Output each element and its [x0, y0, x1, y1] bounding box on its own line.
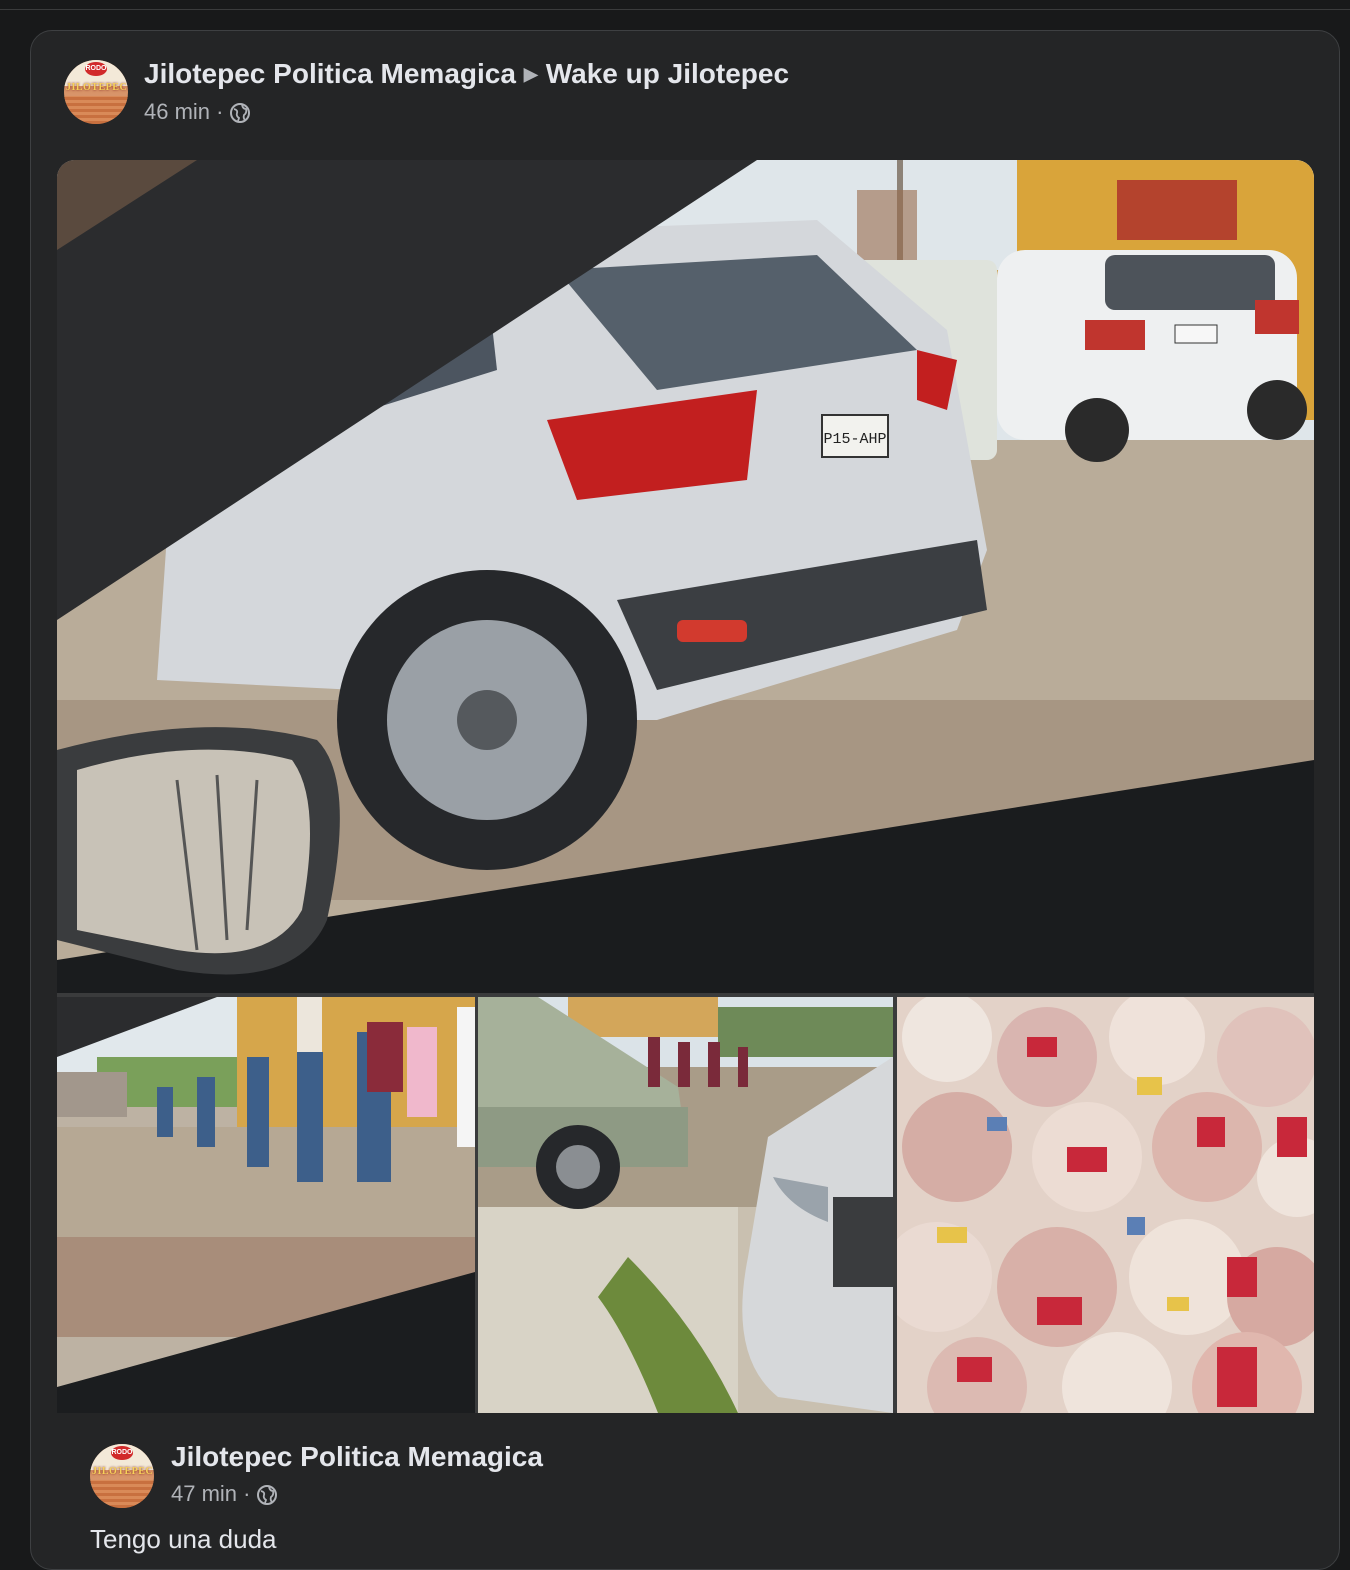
avatar-badge: RODO: [111, 1446, 133, 1460]
shared-post-author[interactable]: Jilotepec Politica Memagica: [171, 1441, 543, 1473]
globe-icon[interactable]: [256, 1485, 277, 1505]
avatar-sign: JILOTEPEC: [66, 82, 128, 93]
photo-crowd-street[interactable]: [57, 997, 475, 1413]
post-meta: 46 min ·: [144, 99, 250, 125]
top-divider: [0, 0, 1350, 10]
avatar-badge: RODO: [85, 62, 107, 76]
shared-post-timestamp[interactable]: 47 min: [171, 1481, 237, 1506]
post-timestamp[interactable]: 46 min: [144, 99, 210, 124]
shared-page-avatar[interactable]: RODO JILOTEPEC: [90, 1444, 154, 1508]
photo-grocery-bags[interactable]: [897, 997, 1314, 1413]
photo-suv-street[interactable]: P15-AHP: [57, 160, 1314, 993]
shared-post-text: Tengo una duda: [90, 1524, 277, 1554]
shared-post-meta: 47 min ·: [171, 1481, 277, 1507]
author-link[interactable]: Jilotepec Politica Memagica: [144, 58, 516, 89]
photo-truck-jeep[interactable]: [478, 997, 893, 1413]
page-avatar[interactable]: RODO JILOTEPEC: [64, 60, 128, 124]
globe-icon[interactable]: [229, 103, 250, 123]
post-header-title: Jilotepec Politica Memagica ▶ Wake up Jilo…: [144, 58, 789, 90]
group-link[interactable]: Wake up Jilotepec: [546, 58, 789, 89]
license-plate: P15-AHP: [823, 431, 886, 448]
shared-to-arrow-icon: ▶: [523, 64, 538, 84]
meta-separator: ·: [216, 99, 224, 124]
avatar-sign: JILOTEPEC: [92, 1466, 154, 1477]
meta-separator: ·: [243, 1481, 251, 1506]
photo-grid: P15-AHP: [57, 160, 1314, 1538]
